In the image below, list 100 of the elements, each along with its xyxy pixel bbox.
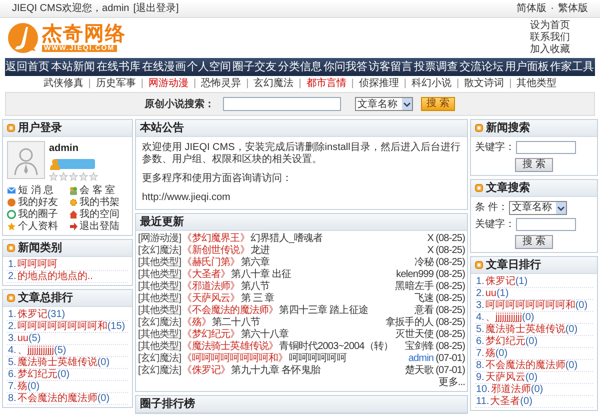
rank-item[interactable]: 10.邪道法师(0)	[475, 384, 593, 396]
search-button[interactable]: 搜 索	[514, 234, 554, 248]
rank-item[interactable]: 1.侏罗记(1)	[475, 276, 593, 288]
chapter-link[interactable]: 青铜时代2003~2004（转）	[279, 341, 394, 353]
user-menu-link[interactable]: 我的空间	[80, 206, 120, 222]
category-tag[interactable]: [其他类型]	[138, 269, 182, 281]
nav-link[interactable]: 交流论坛	[459, 58, 504, 76]
book-title-link[interactable]: 《梦幻纪元》	[182, 329, 240, 341]
nav-link[interactable]: 个人空间	[187, 58, 232, 76]
category-tag[interactable]: [玄幻魔法]	[138, 365, 182, 377]
rank-item[interactable]: 9.天萨风云(0)	[475, 372, 593, 384]
rank-item[interactable]: 5.魔法骑士英雄传说(0)	[475, 324, 593, 336]
user-menu-link[interactable]: 我的圈子	[18, 206, 58, 222]
nav-link[interactable]: 作家工具	[550, 58, 594, 76]
book-title-link[interactable]: 《新创世传说》	[182, 245, 250, 257]
author-link[interactable]: 楚天歌	[404, 365, 434, 377]
chapter-link[interactable]: 幻界猎人_嗜魂者	[250, 233, 323, 245]
nav-link[interactable]: 投票调查	[414, 58, 458, 76]
author-link[interactable]: 意看	[414, 305, 434, 317]
book-title-link[interactable]: 《天萨风云》	[182, 293, 240, 305]
user-menu-link[interactable]: 个人资料	[18, 218, 58, 234]
select-dropdown[interactable]: 文章名称	[354, 97, 413, 111]
category-tag[interactable]: [玄幻魔法]	[138, 245, 182, 257]
rank-item[interactable]: 6.梦幻纪元(0)	[475, 336, 593, 348]
nav-link[interactable]: 你问我答	[323, 58, 368, 76]
author-link[interactable]: 黑暗左手	[395, 281, 434, 293]
logout-link[interactable]: [退出登录]	[133, 1, 179, 16]
chapter-link[interactable]: 龙进	[250, 245, 270, 257]
book-title-link[interactable]: 《呵呵呵呵呵呵呵呵和》	[182, 353, 288, 365]
website-link[interactable]: http://www.jieqi.com	[142, 192, 461, 204]
user-menu-link[interactable]: 我的好友	[18, 194, 58, 210]
author-link[interactable]: 拿扳手的人	[386, 317, 434, 329]
category-link[interactable]: 其他类型	[516, 76, 557, 91]
rank-item[interactable]: 3.uu(5)	[7, 333, 128, 345]
category-tag[interactable]: [其他类型]	[138, 257, 182, 269]
rank-item[interactable]: 2.呵呵呵呵呵呵呵呵和(15)	[7, 321, 128, 333]
chapter-link[interactable]: 第六章	[240, 257, 270, 269]
chapter-link[interactable]: 第 三 章	[240, 293, 274, 305]
nav-link[interactable]: 访客留言	[368, 58, 413, 76]
author-link[interactable]: 冷秘	[414, 257, 434, 269]
category-tag[interactable]: [其他类型]	[138, 293, 182, 305]
nav-link[interactable]: 在线书库	[96, 58, 140, 76]
more-link[interactable]: 更多...	[438, 377, 465, 389]
category-link[interactable]: 科幻小说	[412, 76, 452, 91]
nav-link[interactable]: 本站新闻	[51, 58, 96, 76]
category-tag[interactable]: [其他类型]	[138, 281, 182, 293]
rank-item[interactable]: 2.uu(1)	[475, 288, 593, 300]
author-link[interactable]: 灭世天使	[395, 329, 434, 341]
rank-item[interactable]: 7.殇(0)	[7, 381, 128, 393]
author-link[interactable]: kelen999	[396, 269, 434, 281]
book-title-link[interactable]: 《大圣者》	[182, 269, 230, 281]
nav-link[interactable]: 圈子交友	[232, 58, 277, 76]
book-title-link[interactable]: 《魔法骑士英雄传说》	[182, 341, 278, 353]
search-button[interactable]: 搜 索	[514, 158, 554, 172]
category-tag[interactable]: [其他类型]	[138, 341, 182, 353]
book-title-link[interactable]: 《邪道法师》	[182, 281, 240, 293]
category-link[interactable]: 玄幻魔法	[254, 76, 294, 91]
header-link[interactable]: 设为首页	[530, 20, 570, 32]
chapter-link[interactable]: 第八节	[240, 281, 270, 293]
nav-link[interactable]: 用户面板	[504, 58, 549, 76]
book-title-link[interactable]: 《赫氏门第》	[182, 257, 240, 269]
chapter-link[interactable]: 呵呵呵呵呵呵	[288, 353, 346, 365]
author-link[interactable]: X	[427, 245, 434, 257]
author-link[interactable]: X	[427, 233, 434, 245]
rank-item[interactable]: 1.呵呵呵呵	[7, 259, 128, 271]
category-tag[interactable]: [网游动漫]	[138, 233, 182, 245]
nav-link[interactable]: 分类信息	[278, 58, 322, 76]
rank-item[interactable]: 7.殇(0)	[475, 348, 593, 360]
category-tag[interactable]: [其他类型]	[138, 305, 182, 317]
category-tag[interactable]: [玄幻魔法]	[138, 317, 182, 329]
rank-item[interactable]: 3.呵呵呵呵呵呵呵呵和(0)	[475, 300, 593, 312]
category-link[interactable]: 武侠修真	[43, 76, 84, 91]
search-input[interactable]	[222, 97, 341, 111]
header-link[interactable]: 联系我们	[530, 32, 570, 44]
user-menu-link[interactable]: 退出登陆	[80, 218, 120, 234]
language-link[interactable]: 简体版	[516, 1, 547, 16]
user-menu-link[interactable]: 短 消 息	[18, 182, 54, 198]
category-link[interactable]: 恐怖灵异	[201, 76, 242, 91]
keyword-input[interactable]	[516, 141, 576, 154]
chapter-link[interactable]: 第二十八节	[212, 317, 260, 329]
author-link[interactable]: 飞速	[414, 293, 434, 305]
user-menu-link[interactable]: 会 客 室	[80, 182, 116, 198]
book-title-link[interactable]: 《梦幻魔界王》	[182, 233, 250, 245]
category-tag[interactable]: [玄幻魔法]	[138, 353, 182, 365]
author-link[interactable]: admin	[408, 353, 434, 365]
search-button[interactable]: 搜 索	[420, 97, 456, 111]
category-link[interactable]: 都市言情	[306, 76, 346, 91]
rank-item[interactable]: 4.、jjjjjjjjjjjj(0)	[475, 312, 593, 324]
nav-link[interactable]: 返回首页	[6, 58, 50, 76]
author-link[interactable]: 宝剑锋	[404, 341, 434, 353]
rank-item[interactable]: 1.侏罗记(31)	[7, 309, 128, 321]
chapter-link[interactable]: 第四十三章 踏上征途	[279, 305, 368, 317]
user-menu-link[interactable]: 我的书架	[80, 194, 120, 210]
rank-item[interactable]: 6.梦幻纪元(0)	[7, 369, 128, 381]
category-link[interactable]: 网游动漫	[148, 76, 188, 91]
chapter-link[interactable]: 第六十八章	[240, 329, 289, 341]
chapter-link[interactable]: 第八十章 出征	[231, 269, 292, 281]
keyword-input[interactable]	[516, 218, 576, 231]
rank-item[interactable]: 2.的地点的地点的..	[7, 271, 128, 283]
rank-item[interactable]: 11.大圣者(0)	[475, 396, 593, 408]
